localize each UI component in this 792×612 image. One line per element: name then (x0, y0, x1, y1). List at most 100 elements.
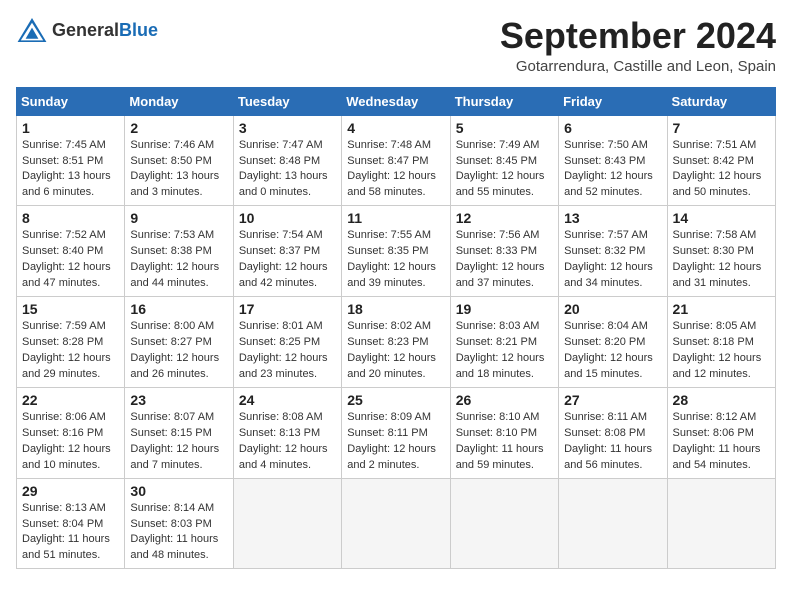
cell-line: Sunrise: 7:55 AM (347, 229, 431, 241)
cell-line: and 29 minutes. (22, 368, 100, 380)
day-number: 19 (456, 301, 553, 317)
cell-line: Daylight: 12 hours (456, 261, 545, 273)
day-number: 23 (130, 392, 227, 408)
calendar-cell: 26Sunrise: 8:10 AMSunset: 8:10 PMDayligh… (450, 387, 558, 478)
logo-blue: Blue (119, 20, 158, 40)
cell-line: Sunrise: 8:00 AM (130, 320, 214, 332)
cell-line: Sunrise: 8:04 AM (564, 320, 648, 332)
title-block: September 2024 Gotarrendura, Castille an… (500, 16, 776, 75)
cell-line: and 10 minutes. (22, 459, 100, 471)
calendar-cell: 6Sunrise: 7:50 AMSunset: 8:43 PMDaylight… (559, 115, 667, 206)
generalblue-logo-icon (16, 16, 48, 44)
cell-line: Daylight: 11 hours (456, 443, 544, 455)
cell-line: and 6 minutes. (22, 186, 94, 198)
cell-line: Sunrise: 8:05 AM (673, 320, 757, 332)
page-header: GeneralBlue September 2024 Gotarrendura,… (16, 16, 776, 75)
cell-line: Daylight: 13 hours (130, 170, 219, 182)
calendar-cell: 18Sunrise: 8:02 AMSunset: 8:23 PMDayligh… (342, 297, 450, 388)
cell-line: Sunset: 8:42 PM (673, 155, 754, 167)
calendar-cell: 3Sunrise: 7:47 AMSunset: 8:48 PMDaylight… (233, 115, 341, 206)
calendar-header-wednesday: Wednesday (342, 87, 450, 115)
week-row-5: 29Sunrise: 8:13 AMSunset: 8:04 PMDayligh… (17, 478, 776, 569)
cell-line: and 59 minutes. (456, 459, 534, 471)
day-number: 14 (673, 210, 770, 226)
cell-line: Sunset: 8:16 PM (22, 427, 103, 439)
cell-line: and 56 minutes. (564, 459, 642, 471)
cell-line: and 55 minutes. (456, 186, 534, 198)
cell-line: Sunrise: 8:08 AM (239, 411, 323, 423)
calendar-header-monday: Monday (125, 87, 233, 115)
cell-line: Daylight: 12 hours (347, 443, 436, 455)
cell-line: Sunset: 8:20 PM (564, 336, 645, 348)
cell-line: and 47 minutes. (22, 277, 100, 289)
cell-line: and 42 minutes. (239, 277, 317, 289)
day-number: 8 (22, 210, 119, 226)
location-title: Gotarrendura, Castille and Leon, Spain (500, 58, 776, 75)
cell-line: and 0 minutes. (239, 186, 311, 198)
cell-line: Sunset: 8:48 PM (239, 155, 320, 167)
cell-line: Sunrise: 8:10 AM (456, 411, 540, 423)
calendar-cell: 12Sunrise: 7:56 AMSunset: 8:33 PMDayligh… (450, 206, 558, 297)
cell-line: Sunrise: 7:51 AM (673, 139, 757, 151)
cell-line: Daylight: 11 hours (130, 533, 218, 545)
cell-line: Daylight: 13 hours (239, 170, 328, 182)
cell-line: Sunrise: 7:45 AM (22, 139, 106, 151)
cell-line: Sunset: 8:43 PM (564, 155, 645, 167)
cell-line: Sunrise: 8:01 AM (239, 320, 323, 332)
cell-line: Sunset: 8:50 PM (130, 155, 211, 167)
cell-line: Daylight: 12 hours (673, 170, 762, 182)
logo: GeneralBlue (16, 16, 158, 44)
cell-line: Daylight: 12 hours (564, 170, 653, 182)
week-row-4: 22Sunrise: 8:06 AMSunset: 8:16 PMDayligh… (17, 387, 776, 478)
day-number: 7 (673, 120, 770, 136)
calendar-cell (559, 478, 667, 569)
calendar-cell: 19Sunrise: 8:03 AMSunset: 8:21 PMDayligh… (450, 297, 558, 388)
calendar-cell: 17Sunrise: 8:01 AMSunset: 8:25 PMDayligh… (233, 297, 341, 388)
calendar-header-sunday: Sunday (17, 87, 125, 115)
cell-line: Sunset: 8:18 PM (673, 336, 754, 348)
calendar-cell: 13Sunrise: 7:57 AMSunset: 8:32 PMDayligh… (559, 206, 667, 297)
cell-line: and 23 minutes. (239, 368, 317, 380)
calendar-header-thursday: Thursday (450, 87, 558, 115)
cell-line: Daylight: 12 hours (347, 352, 436, 364)
cell-line: and 37 minutes. (456, 277, 534, 289)
calendar-cell: 9Sunrise: 7:53 AMSunset: 8:38 PMDaylight… (125, 206, 233, 297)
cell-line: Sunset: 8:45 PM (456, 155, 537, 167)
cell-line: Sunset: 8:27 PM (130, 336, 211, 348)
calendar-cell: 5Sunrise: 7:49 AMSunset: 8:45 PMDaylight… (450, 115, 558, 206)
cell-line: Daylight: 12 hours (22, 261, 111, 273)
cell-line: Daylight: 12 hours (673, 352, 762, 364)
calendar-cell (450, 478, 558, 569)
cell-line: Sunset: 8:08 PM (564, 427, 645, 439)
week-row-3: 15Sunrise: 7:59 AMSunset: 8:28 PMDayligh… (17, 297, 776, 388)
calendar-cell: 14Sunrise: 7:58 AMSunset: 8:30 PMDayligh… (667, 206, 775, 297)
cell-line: Sunset: 8:38 PM (130, 245, 211, 257)
cell-line: Sunset: 8:03 PM (130, 518, 211, 530)
calendar-cell: 15Sunrise: 7:59 AMSunset: 8:28 PMDayligh… (17, 297, 125, 388)
cell-line: Daylight: 12 hours (22, 443, 111, 455)
cell-line: Daylight: 11 hours (673, 443, 761, 455)
day-number: 5 (456, 120, 553, 136)
day-number: 15 (22, 301, 119, 317)
cell-line: Sunrise: 7:52 AM (22, 229, 106, 241)
calendar-cell: 4Sunrise: 7:48 AMSunset: 8:47 PMDaylight… (342, 115, 450, 206)
calendar-cell: 30Sunrise: 8:14 AMSunset: 8:03 PMDayligh… (125, 478, 233, 569)
cell-line: Daylight: 12 hours (130, 352, 219, 364)
cell-line: Sunset: 8:25 PM (239, 336, 320, 348)
cell-line: Sunrise: 8:14 AM (130, 502, 214, 514)
cell-line: Daylight: 12 hours (456, 352, 545, 364)
day-number: 1 (22, 120, 119, 136)
cell-line: and 3 minutes. (130, 186, 202, 198)
cell-line: Sunset: 8:51 PM (22, 155, 103, 167)
logo-text: GeneralBlue (52, 20, 158, 41)
calendar-cell: 21Sunrise: 8:05 AMSunset: 8:18 PMDayligh… (667, 297, 775, 388)
cell-line: Sunset: 8:06 PM (673, 427, 754, 439)
calendar-cell: 23Sunrise: 8:07 AMSunset: 8:15 PMDayligh… (125, 387, 233, 478)
cell-line: and 20 minutes. (347, 368, 425, 380)
calendar-cell: 2Sunrise: 7:46 AMSunset: 8:50 PMDaylight… (125, 115, 233, 206)
day-number: 12 (456, 210, 553, 226)
cell-line: Sunrise: 7:48 AM (347, 139, 431, 151)
cell-line: and 4 minutes. (239, 459, 311, 471)
calendar-cell: 28Sunrise: 8:12 AMSunset: 8:06 PMDayligh… (667, 387, 775, 478)
calendar-cell: 1Sunrise: 7:45 AMSunset: 8:51 PMDaylight… (17, 115, 125, 206)
